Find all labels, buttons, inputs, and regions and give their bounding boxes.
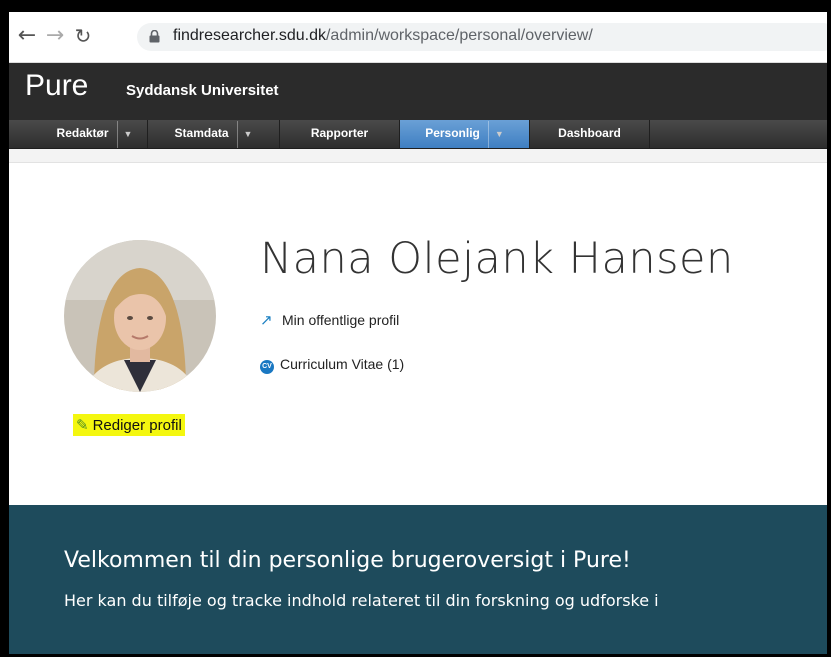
external-link-arrow-icon: ↗: [260, 312, 273, 329]
main-menu: Redaktør ▼ Stamdata ▼ Rapporter Personlig ▼…: [9, 120, 827, 149]
welcome-banner: Velkommen til din personlige brugerovers…: [9, 505, 827, 654]
pencil-icon: ✎: [76, 417, 89, 434]
menu-item-label: Dashboard: [558, 126, 621, 140]
avatar: [64, 240, 216, 392]
url-path: /admin/workspace/personal/overview/: [325, 27, 593, 44]
menu-item-dashboard[interactable]: Dashboard: [530, 120, 650, 148]
browser-toolbar: ← → ↻ findresearcher.sdu.dk/admin/worksp…: [9, 12, 827, 63]
edit-profile-link[interactable]: ✎ Rediger profil: [73, 414, 185, 436]
menu-item-stamdata[interactable]: Stamdata ▼: [148, 120, 280, 148]
cv-label: Curriculum Vitae (1): [280, 356, 405, 372]
browser-window: ← → ↻ findresearcher.sdu.dk/admin/worksp…: [9, 12, 827, 654]
chevron-down-icon[interactable]: ▼: [236, 121, 252, 148]
menu-item-label: Redaktør: [56, 126, 109, 140]
cv-icon: CV: [260, 360, 274, 374]
forward-arrow-icon[interactable]: →: [43, 23, 67, 49]
menu-item-rapporter[interactable]: Rapporter: [280, 120, 400, 148]
menu-item-label: Rapporter: [310, 126, 369, 140]
welcome-text: Her kan du tilføje og tracke indhold rel…: [64, 591, 659, 610]
reload-icon[interactable]: ↻: [71, 23, 95, 49]
pure-logo[interactable]: Pure: [25, 69, 88, 103]
public-profile-label: Min offentlige profil: [282, 312, 400, 328]
welcome-title: Velkommen til din personlige brugerovers…: [64, 548, 631, 573]
lock-icon: [149, 30, 160, 43]
menu-item-label: Personlig: [425, 126, 480, 140]
curriculum-vitae-link[interactable]: CV Curriculum Vitae (1): [260, 356, 404, 374]
menu-item-label: Stamdata: [174, 126, 229, 140]
organization-name: Syddansk Universitet: [126, 82, 279, 99]
address-bar[interactable]: findresearcher.sdu.dk/admin/workspace/pe…: [137, 23, 827, 51]
back-arrow-icon[interactable]: ←: [15, 23, 39, 49]
submenu-strip: [9, 149, 827, 163]
url-domain: findresearcher.sdu.dk: [173, 27, 326, 44]
edit-profile-label: Rediger profil: [92, 417, 182, 434]
chevron-down-icon[interactable]: ▼: [116, 121, 132, 148]
menu-item-personlig[interactable]: Personlig ▼: [400, 120, 530, 148]
url-text: findresearcher.sdu.dk/admin/workspace/pe…: [173, 27, 593, 45]
profile-photo: [64, 240, 216, 392]
chevron-down-icon[interactable]: ▼: [487, 121, 504, 148]
public-profile-link[interactable]: ↗ Min offentlige profil: [260, 311, 399, 329]
profile-name: Nana Olejank Hansen: [260, 234, 734, 284]
menu-item-redaktor[interactable]: Redaktør ▼: [42, 120, 148, 148]
app-header: Pure Syddansk Universitet: [9, 63, 827, 120]
